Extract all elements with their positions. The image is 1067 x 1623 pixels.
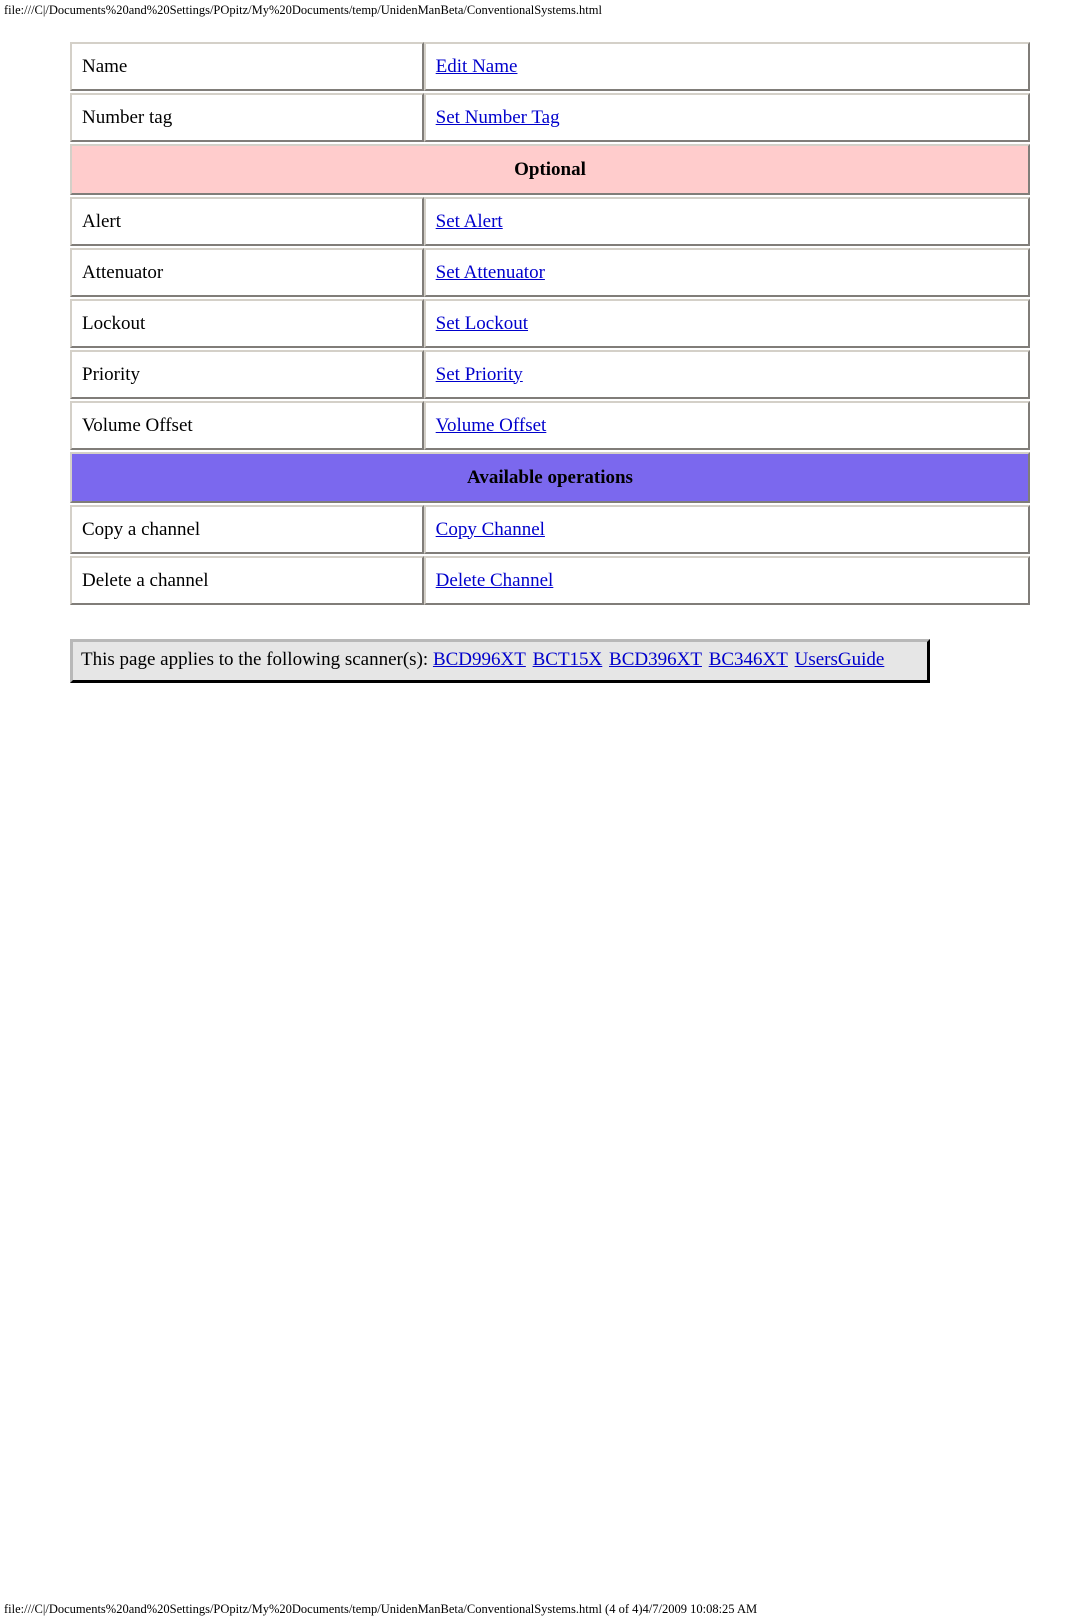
table-row: Copy a channel Copy Channel xyxy=(70,505,1030,554)
channel-settings-table: Name Edit Name Number tag Set Number Tag Opt… xyxy=(70,40,1030,607)
users-guide-link[interactable]: UsersGuide xyxy=(795,649,885,670)
setting-action-cell: Set Alert xyxy=(423,197,1030,246)
table-row: Delete a channel Delete Channel xyxy=(70,556,1030,605)
setting-label-cell: Volume Offset xyxy=(70,401,424,450)
applies-to-note: This page applies to the following scann… xyxy=(70,639,930,683)
table-row: Attenuator Set Attenuator xyxy=(70,248,1030,297)
applies-to-intro-text: This page applies to the following scann… xyxy=(81,649,429,670)
setting-action-link[interactable]: Set Alert xyxy=(436,211,503,232)
scanner-link[interactable]: BCD396XT xyxy=(609,649,702,670)
table-row: Priority Set Priority xyxy=(70,350,1030,399)
setting-action-cell: Set Priority xyxy=(423,350,1030,399)
setting-action-link[interactable]: Delete Channel xyxy=(436,570,554,591)
table-row: Name Edit Name xyxy=(70,42,1030,91)
setting-action-link[interactable]: Set Lockout xyxy=(436,313,528,334)
scanner-link[interactable]: BCD996XT xyxy=(433,649,526,670)
channel-settings-table-body: Name Edit Name Number tag Set Number Tag Opt… xyxy=(70,42,1030,605)
setting-action-link[interactable]: Edit Name xyxy=(436,56,518,77)
setting-action-cell: Set Lockout xyxy=(423,299,1030,348)
setting-action-link[interactable]: Set Priority xyxy=(436,364,523,385)
scanner-link[interactable]: BCT15X xyxy=(533,649,603,670)
setting-label-cell: Attenuator xyxy=(70,248,424,297)
setting-action-cell: Set Attenuator xyxy=(423,248,1030,297)
setting-action-cell: Delete Channel xyxy=(423,556,1030,605)
setting-action-link[interactable]: Copy Channel xyxy=(436,519,545,540)
page-footer-url: file:///C|/Documents%20and%20Settings/PO… xyxy=(4,1602,758,1616)
setting-action-link[interactable]: Set Number Tag xyxy=(436,107,560,128)
section-banner-optional: Optional xyxy=(70,144,1030,195)
table-row: Number tag Set Number Tag xyxy=(70,93,1030,142)
table-row: Volume Offset Volume Offset xyxy=(70,401,1030,450)
setting-label-cell: Number tag xyxy=(70,93,424,142)
setting-action-cell: Copy Channel xyxy=(423,505,1030,554)
section-banner-operations: Available operations xyxy=(70,452,1030,503)
table-banner-row: Available operations xyxy=(70,452,1030,503)
setting-label-cell: Delete a channel xyxy=(70,556,424,605)
table-row: Lockout Set Lockout xyxy=(70,299,1030,348)
setting-label-cell: Alert xyxy=(70,197,424,246)
setting-label-cell: Priority xyxy=(70,350,424,399)
table-banner-row: Optional xyxy=(70,144,1030,195)
setting-label-cell: Copy a channel xyxy=(70,505,424,554)
main-content: Name Edit Name Number tag Set Number Tag Opt… xyxy=(0,40,1067,683)
scanner-link-list: BCD996XT BCT15X BCD396XT BC346XT xyxy=(433,649,795,670)
setting-label-cell: Name xyxy=(70,42,424,91)
setting-label-cell: Lockout xyxy=(70,299,424,348)
setting-action-cell: Edit Name xyxy=(423,42,1030,91)
setting-action-cell: Set Number Tag xyxy=(423,93,1030,142)
setting-action-link[interactable]: Set Attenuator xyxy=(436,262,545,283)
setting-action-cell: Volume Offset xyxy=(423,401,1030,450)
setting-action-link[interactable]: Volume Offset xyxy=(436,415,547,436)
page-header-url: file:///C|/Documents%20and%20Settings/PO… xyxy=(4,3,602,17)
table-row: Alert Set Alert xyxy=(70,197,1030,246)
scanner-link[interactable]: BC346XT xyxy=(709,649,788,670)
